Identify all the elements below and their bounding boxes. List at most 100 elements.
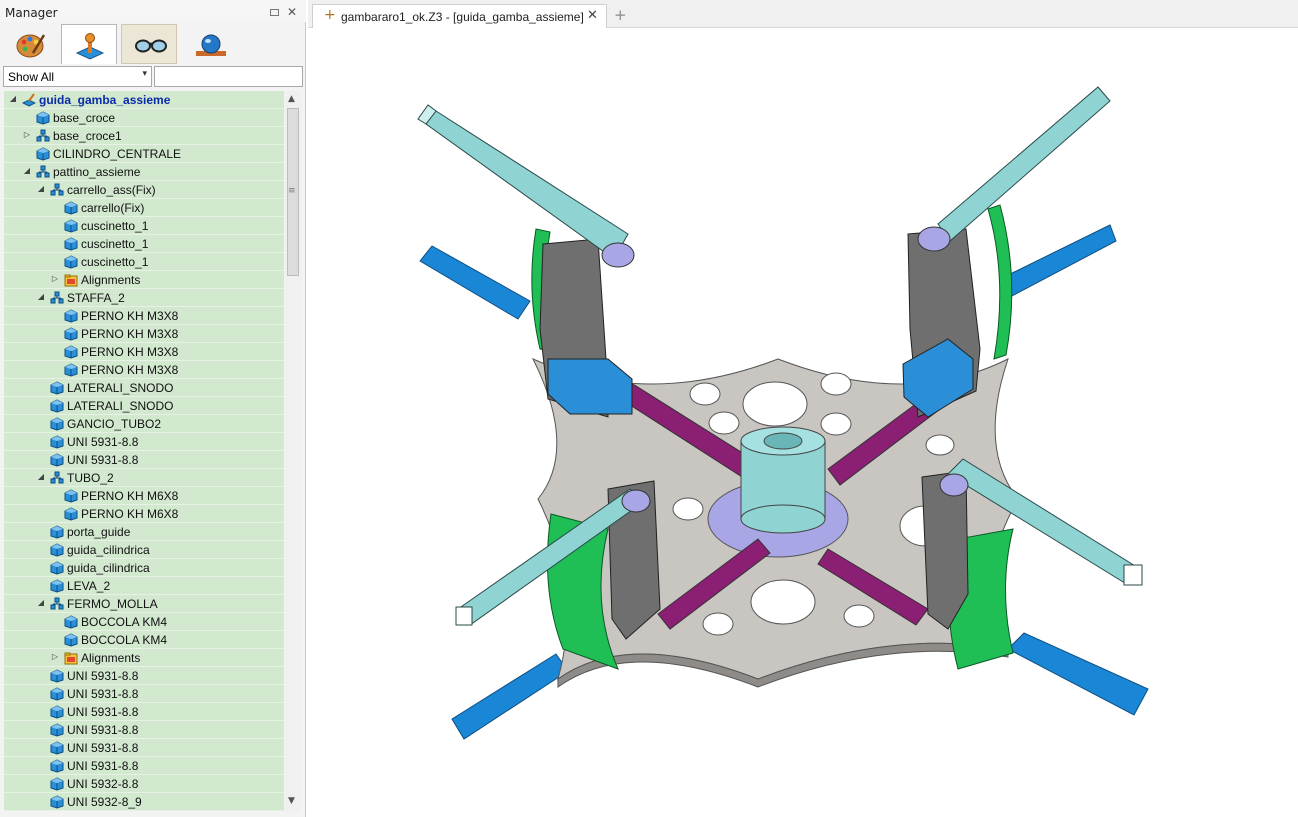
expand-collapse-icon[interactable]: ◢ — [36, 472, 46, 482]
tree-item[interactable]: PERNO KH M6X8 — [4, 505, 284, 523]
expand-collapse-icon[interactable]: ▷ — [22, 130, 32, 140]
part-cube-icon — [50, 543, 64, 557]
tree-item-label: FERMO_MOLLA — [67, 597, 158, 611]
manager-panel: Manager ✕ Show All ▾ ◢ guida_gamba_assie… — [0, 0, 306, 817]
tree-item-label: carrello_ass(Fix) — [67, 183, 156, 197]
tree-item[interactable]: UNI 5931-8.8 — [4, 757, 284, 775]
scroll-down-icon[interactable]: ▼ — [288, 796, 295, 806]
tree-item[interactable]: ◢ pattino_assieme — [4, 163, 284, 181]
tree-item[interactable]: LEVA_2 — [4, 577, 284, 595]
globe-icon — [196, 34, 226, 56]
tree-item[interactable]: ◢ TUBO_2 — [4, 469, 284, 487]
tree-item[interactable]: PERNO KH M3X8 — [4, 343, 284, 361]
tree-item-label: pattino_assieme — [53, 165, 141, 179]
tree-item-label: cuscinetto_1 — [81, 255, 149, 269]
tree-item[interactable]: UNI 5931-8.8 — [4, 703, 284, 721]
expand-collapse-icon[interactable]: ◢ — [8, 94, 18, 104]
part-cube-icon — [50, 687, 64, 701]
show-filter-value: Show All — [8, 70, 55, 84]
tree-item[interactable]: ▷ Alignments — [4, 271, 284, 289]
tree-item[interactable]: base_croce — [4, 109, 284, 127]
tree-item[interactable]: PERNO KH M3X8 — [4, 307, 284, 325]
expand-collapse-icon[interactable]: ◢ — [36, 292, 46, 302]
scroll-up-icon[interactable]: ▲ — [288, 94, 295, 104]
tree-item[interactable]: UNI 5931-8.8 — [4, 721, 284, 739]
app-window: Manager ✕ Show All ▾ ◢ guida_gamba_assie… — [0, 0, 1298, 817]
expand-collapse-icon[interactable]: ▷ — [50, 274, 60, 284]
joint-topleft — [601, 242, 635, 268]
tree-item[interactable]: ◢ FERMO_MOLLA — [4, 595, 284, 613]
part-cube-icon — [50, 759, 64, 773]
tree-item-label: cuscinetto_1 — [81, 219, 149, 233]
tree-item-label: BOCCOLA KM4 — [81, 633, 168, 647]
tree-item[interactable]: ▷ Alignments — [4, 649, 284, 667]
tree-item[interactable]: GANCIO_TUBO2 — [4, 415, 284, 433]
part-cube-icon — [64, 489, 78, 503]
tree-search-input[interactable] — [154, 66, 303, 87]
tree-item[interactable]: UNI 5931-8.8 — [4, 739, 284, 757]
panel-pin-icon[interactable] — [270, 9, 279, 16]
tree-item[interactable]: carrello(Fix) — [4, 199, 284, 217]
tree-item[interactable]: UNI 5931-8.8 — [4, 667, 284, 685]
tree-item[interactable]: LATERALI_SNODO — [4, 397, 284, 415]
tab-view[interactable] — [121, 24, 177, 64]
expand-collapse-icon[interactable]: ◢ — [36, 184, 46, 194]
tree-item[interactable]: ▷ base_croce1 — [4, 127, 284, 145]
expand-collapse-icon[interactable]: ◢ — [22, 166, 32, 176]
tree-item[interactable]: PERNO KH M6X8 — [4, 487, 284, 505]
square-tube-bottomleft-end — [455, 606, 473, 626]
close-tab-icon[interactable]: ✕ — [587, 8, 598, 23]
3d-viewport[interactable] — [308, 29, 1298, 817]
tree-item-label: UNI 5931-8.8 — [67, 435, 139, 449]
tree-item[interactable]: UNI 5932-8.8 — [4, 775, 284, 793]
new-tab-button[interactable]: + — [614, 6, 627, 24]
tree-item[interactable]: porta_guide — [4, 523, 284, 541]
tree-item[interactable]: cuscinetto_1 — [4, 217, 284, 235]
tree-item[interactable]: BOCCOLA KM4 — [4, 631, 284, 649]
tree-item[interactable]: ◢ STAFFA_2 — [4, 289, 284, 307]
panel-close-icon[interactable]: ✕ — [287, 5, 297, 19]
tree-item[interactable]: UNI 5931-8.8 — [4, 433, 284, 451]
tree-item[interactable]: CILINDRO_CENTRALE — [4, 145, 284, 163]
part-cube-icon — [50, 435, 64, 449]
tree-item[interactable]: ◢ carrello_ass(Fix) — [4, 181, 284, 199]
green-shield-topright — [987, 204, 1013, 360]
tree-item[interactable]: LATERALI_SNODO — [4, 379, 284, 397]
plate-hole — [843, 604, 875, 628]
tree-item[interactable]: guida_cilindrica — [4, 559, 284, 577]
tree-scrollbar[interactable]: ▲ ≡ ▼ — [285, 91, 301, 811]
tree-item-label: CILINDRO_CENTRALE — [53, 147, 182, 161]
joint-bottomleft — [621, 489, 651, 513]
tab-render[interactable] — [181, 24, 237, 64]
expand-collapse-icon[interactable]: ▷ — [50, 652, 60, 662]
tree-item[interactable]: PERNO KH M3X8 — [4, 361, 284, 379]
tree-item[interactable]: UNI 5931-8.8 — [4, 685, 284, 703]
tab-document[interactable]: + gambararo1_ok.Z3 - [guida_gamba_assiem… — [312, 4, 607, 28]
tree-item[interactable]: BOCCOLA KM4 — [4, 613, 284, 631]
tree-item[interactable]: cuscinetto_1 — [4, 235, 284, 253]
show-filter-dropdown[interactable]: Show All ▾ — [3, 66, 152, 87]
tree-item[interactable]: UNI 5931-8.8 — [4, 451, 284, 469]
tree-item[interactable]: UNI 5932-8_9 — [4, 793, 284, 811]
tree-item[interactable]: cuscinetto_1 — [4, 253, 284, 271]
expand-collapse-icon[interactable]: ◢ — [36, 598, 46, 608]
tree-root-item[interactable]: ◢ guida_gamba_assieme — [4, 91, 284, 109]
tab-assembly[interactable] — [61, 24, 117, 64]
tree-item[interactable]: guida_cilindrica — [4, 541, 284, 559]
part-cube-icon — [64, 363, 78, 377]
tab-paint[interactable] — [2, 24, 58, 64]
tree-item[interactable]: PERNO KH M3X8 — [4, 325, 284, 343]
tree-item-label: guida_gamba_assieme — [39, 93, 171, 107]
joint-topright — [917, 226, 951, 252]
